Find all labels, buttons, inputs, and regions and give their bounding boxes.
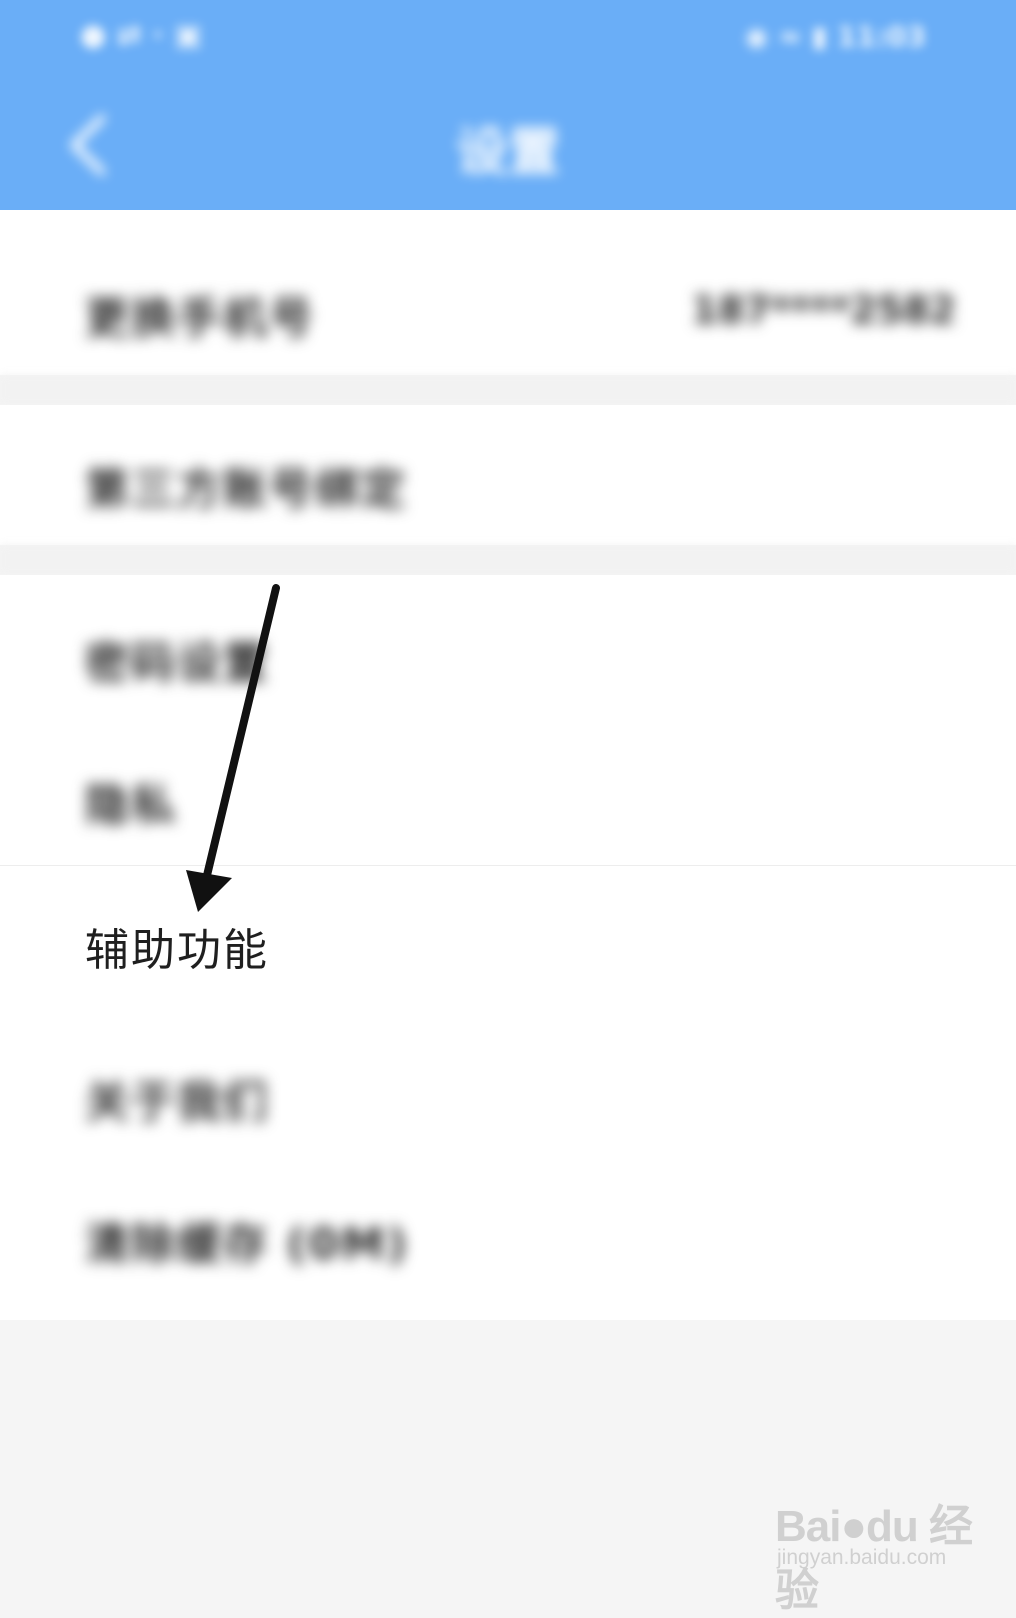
app-header: ● ⇄ · ▣ ◉ ≈ ▮ 11:03 设置 [0, 0, 1016, 210]
settings-item-password[interactable]: 密码设置 [0, 575, 1016, 725]
baidu-jingyan-watermark: Bai●du 经验 jingyan.baidu.com [775, 1490, 995, 1615]
nav-bar: 设置 [0, 90, 1016, 200]
section-gap [0, 375, 1016, 405]
settings-item-label: 第三方账号绑定 [85, 464, 407, 515]
settings-list: 更换手机号 187****2582 第三方账号绑定 密码设置 隐私 辅助功能 关… [0, 210, 1016, 1330]
settings-item-label: 关于我们 [85, 1077, 269, 1128]
settings-item-privacy[interactable]: 隐私 [0, 725, 1016, 865]
phone-number-value: 187****2582 [691, 288, 956, 332]
settings-item-label: 更换手机号 [85, 293, 315, 344]
watermark-url: jingyan.baidu.com [777, 1546, 947, 1569]
status-right-icons: ◉ ≈ ▮ 11:03 [744, 20, 926, 53]
status-left-icons: ● ⇄ · ▣ [80, 18, 203, 53]
settings-item-label: 隐私 [85, 780, 177, 831]
settings-item-label: 清除缓存 (0M) [85, 1219, 409, 1270]
settings-item-accessibility[interactable]: 辅助功能 [0, 866, 1016, 1016]
settings-item-clear-cache[interactable]: 清除缓存 (0M) [0, 1166, 1016, 1320]
settings-item-change-phone[interactable]: 更换手机号 187****2582 [0, 210, 1016, 375]
settings-item-third-party-binding[interactable]: 第三方账号绑定 [0, 405, 1016, 545]
settings-item-label: 辅助功能 [85, 925, 269, 976]
settings-item-about-us[interactable]: 关于我们 [0, 1016, 1016, 1166]
section-gap [0, 545, 1016, 575]
status-bar: ● ⇄ · ▣ ◉ ≈ ▮ 11:03 [0, 0, 1016, 80]
page-title: 设置 [455, 123, 560, 183]
settings-item-label: 密码设置 [85, 638, 269, 689]
